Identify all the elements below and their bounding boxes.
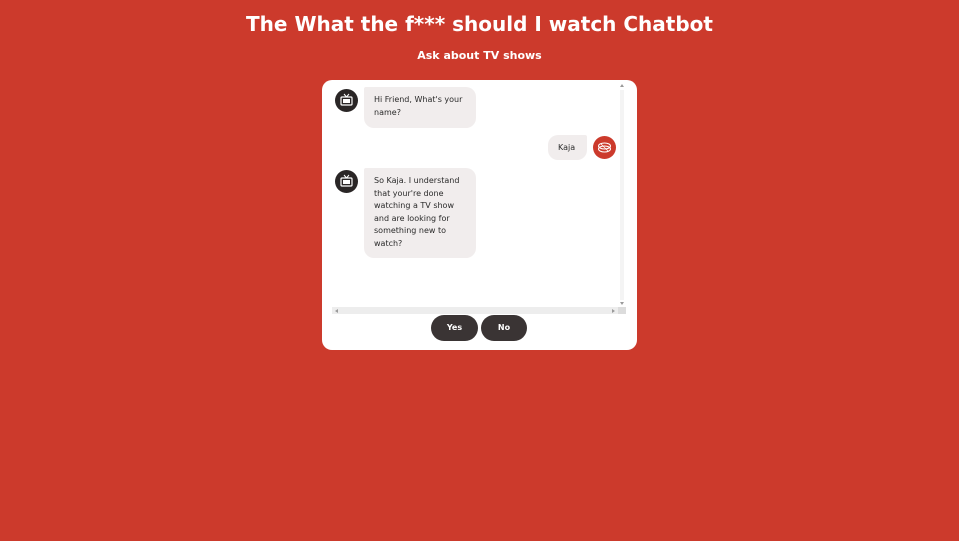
message-bubble: Hi Friend, What's your name?: [364, 87, 476, 128]
page-subtitle: Ask about TV shows: [417, 49, 542, 62]
scroll-left-arrow-icon[interactable]: [335, 309, 338, 313]
no-button[interactable]: No: [481, 315, 527, 341]
vertical-scrollbar[interactable]: [618, 82, 626, 307]
horizontal-scrollbar[interactable]: [332, 307, 618, 314]
page-title: The What the f*** should I watch Chatbot: [246, 12, 713, 36]
scroll-right-arrow-icon[interactable]: [612, 309, 615, 313]
scroll-up-arrow-icon[interactable]: [620, 84, 624, 87]
tv-icon: [335, 89, 358, 112]
chat-window: Hi Friend, What's your name? Kaja So Kaj…: [322, 80, 637, 350]
message-bubble: Kaja: [548, 135, 587, 160]
scrollbar-track[interactable]: [620, 90, 624, 300]
message-bubble: So Kaja. I understand that your're done …: [364, 168, 476, 258]
yes-button[interactable]: Yes: [431, 315, 478, 341]
user-avatar-icon: [593, 136, 616, 159]
scroll-down-arrow-icon[interactable]: [620, 302, 624, 305]
message-list[interactable]: Hi Friend, What's your name? Kaja So Kaj…: [332, 80, 626, 307]
scrollbar-corner: [618, 307, 626, 314]
tv-icon: [335, 170, 358, 193]
